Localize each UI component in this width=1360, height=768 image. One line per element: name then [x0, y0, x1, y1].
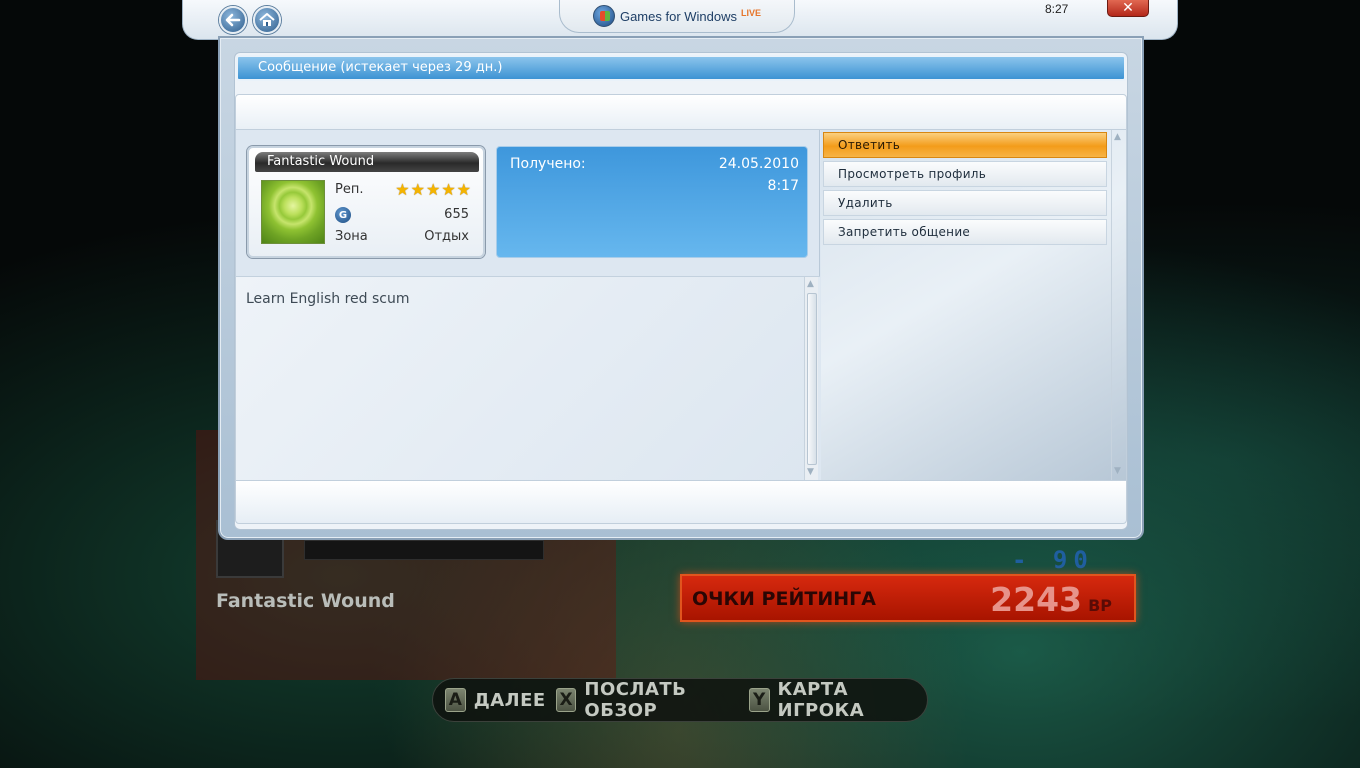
home-button[interactable]: [253, 6, 281, 34]
message-scrollbar[interactable]: ▲ ▼: [804, 277, 818, 481]
star-icon: ★: [410, 180, 425, 199]
received-label: Получено:: [510, 156, 586, 172]
gfw-top-bar: Games for Windows LIVE 8:27 ✕: [182, 0, 1178, 40]
scroll-thumb[interactable]: [807, 293, 817, 465]
score-delta: - 90: [1012, 546, 1094, 574]
actions-scrollbar[interactable]: ▲ ▼: [1111, 130, 1125, 480]
star-icon: ★: [456, 180, 471, 199]
gamertag: Fantastic Wound: [255, 152, 479, 172]
star-icon: ★: [441, 180, 456, 199]
logo-text: Games for Windows: [619, 8, 738, 24]
action-delete[interactable]: Удалить: [823, 190, 1107, 216]
message-body-area: Learn English red scum ▲ ▼: [236, 276, 820, 481]
player-name: Fantastic Wound: [216, 590, 395, 612]
action-block[interactable]: Запретить общение: [823, 219, 1107, 245]
message-left-panel: Fantastic Wound Реп. ★ ★ ★ ★ ★ G 655 Зон…: [236, 130, 820, 481]
back-arrow-icon: [225, 13, 241, 27]
received-date: 24.05.2010: [718, 156, 799, 172]
dialog-header-strip: [235, 94, 1127, 130]
message-body: Learn English red scum: [246, 291, 410, 307]
rating-value: 2243: [990, 580, 1082, 619]
rating-panel: ОЧКИ РЕЙТИНГА 2243 BP: [680, 574, 1136, 622]
gamerscore: 655: [444, 207, 469, 222]
windows-orb-icon: [592, 5, 615, 27]
message-window: Сообщение (истекает через 29 дн.) Fantas…: [218, 36, 1144, 540]
hint-gamer-card[interactable]: КАРТА ИГРОКА: [778, 679, 917, 721]
a-button-icon: A: [445, 688, 466, 712]
gfw-logo: Games for Windows LIVE: [559, 0, 795, 33]
home-icon: [259, 13, 275, 26]
received-info: Получено: 24.05.2010 8:17: [496, 146, 808, 258]
received-time: 8:17: [767, 178, 799, 194]
rep-stars: ★ ★ ★ ★ ★: [394, 182, 471, 198]
scroll-up-icon[interactable]: ▲: [1114, 132, 1121, 142]
player-info-bar: [304, 540, 544, 560]
actions-panel: Ответить Просмотреть профиль Удалить Зап…: [821, 130, 1126, 480]
close-button[interactable]: ✕: [1107, 0, 1149, 17]
star-icon: ★: [425, 180, 441, 199]
scroll-down-icon[interactable]: ▼: [1114, 466, 1121, 476]
button-hint-bar: A ДАЛЕЕ X ПОСЛАТЬ ОБЗОР Y КАРТА ИГРОКА: [432, 678, 928, 722]
scroll-down-icon[interactable]: ▼: [807, 467, 814, 477]
action-view-profile[interactable]: Просмотреть профиль: [823, 161, 1107, 187]
gamerscore-icon: G: [335, 207, 351, 223]
hint-next[interactable]: ДАЛЕЕ: [474, 690, 546, 711]
y-button-icon: Y: [748, 688, 770, 712]
dialog-main: Fantastic Wound Реп. ★ ★ ★ ★ ★ G 655 Зон…: [235, 130, 1127, 481]
dialog-title: Сообщение (истекает через 29 дн.): [236, 55, 1126, 81]
rating-unit: BP: [1088, 596, 1112, 615]
zone-label: Зона: [335, 229, 368, 244]
back-button[interactable]: [219, 6, 247, 34]
zone-value: Отдых: [424, 229, 469, 244]
scroll-up-icon[interactable]: ▲: [807, 279, 814, 289]
action-reply[interactable]: Ответить: [823, 132, 1107, 158]
star-icon: ★: [395, 180, 410, 199]
rating-label: ОЧКИ РЕЙТИНГА: [692, 588, 876, 610]
gamer-picture: [261, 180, 325, 244]
dialog-footer-strip: [235, 480, 1127, 524]
logo-live: LIVE: [741, 8, 762, 18]
close-icon: ✕: [1122, 0, 1134, 16]
hint-send-review[interactable]: ПОСЛАТЬ ОБЗОР: [584, 679, 738, 721]
rep-label: Реп.: [335, 182, 364, 197]
clock: 8:27: [1045, 2, 1069, 16]
x-button-icon: X: [555, 688, 577, 712]
gamer-card[interactable]: Fantastic Wound Реп. ★ ★ ★ ★ ★ G 655 Зон…: [247, 146, 485, 258]
